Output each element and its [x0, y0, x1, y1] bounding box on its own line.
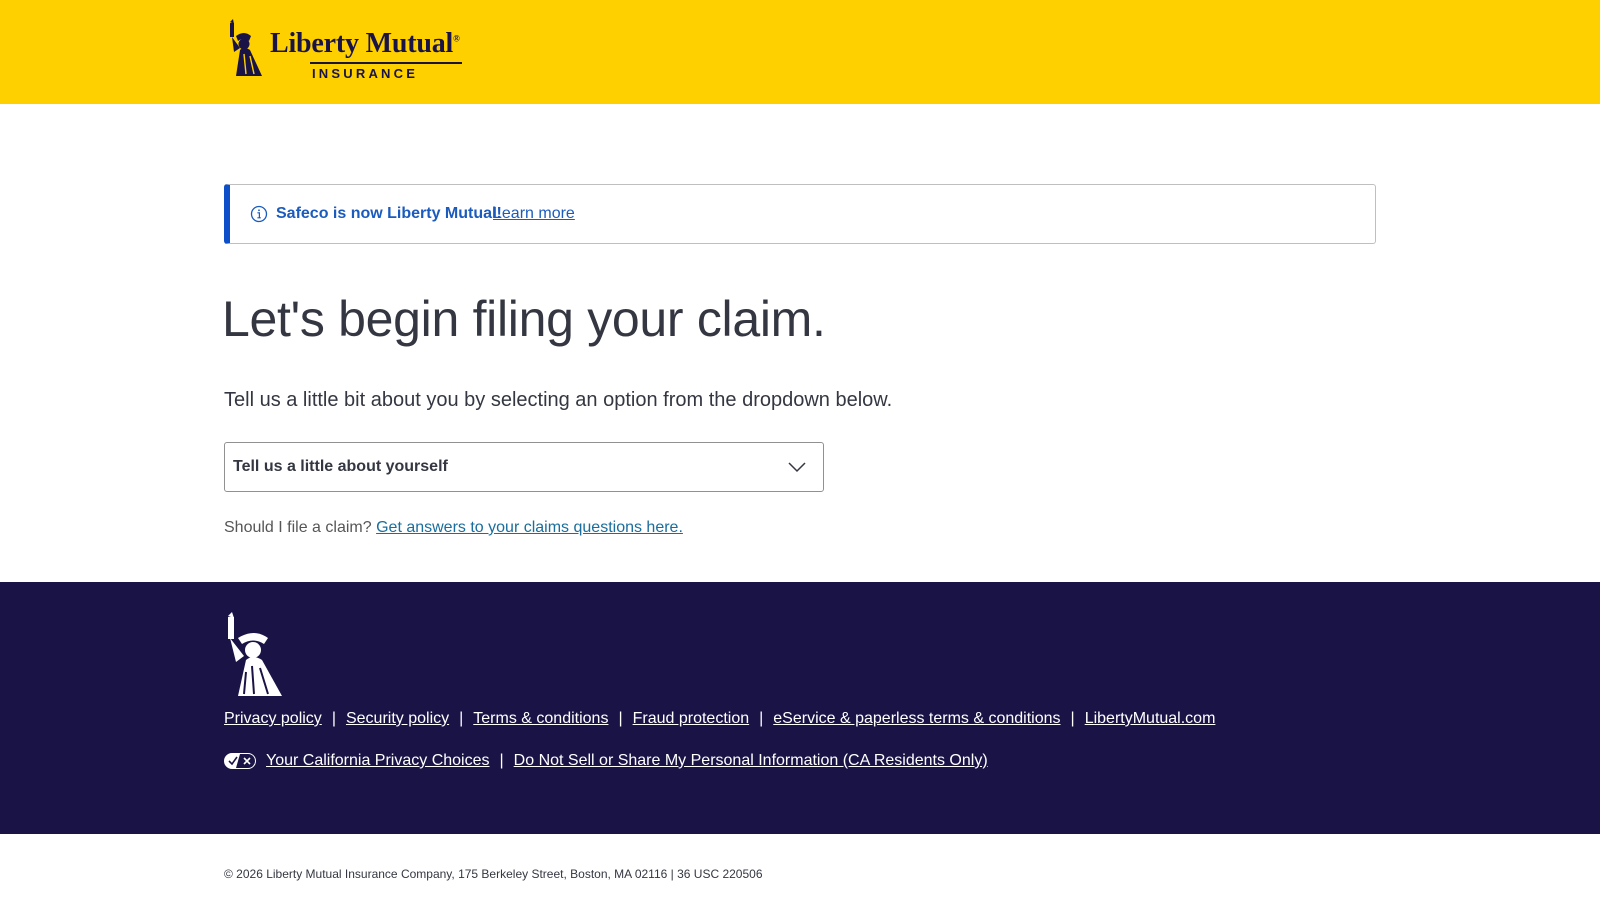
liberty-mutual-logo[interactable]: Liberty Mutual® INSURANCE [224, 18, 466, 82]
site-header: Liberty Mutual® INSURANCE [0, 0, 1600, 104]
privacy-choices-row: Your California Privacy Choices | Do Not S… [224, 752, 988, 770]
link-separator: | [618, 710, 623, 727]
info-circle-icon [250, 205, 268, 223]
statue-of-liberty-icon [230, 19, 262, 76]
link-separator: | [1070, 710, 1075, 727]
dropdown-selected-value: Tell us a little about yourself [233, 458, 448, 475]
logo-wordmark: Liberty Mutual® [270, 28, 460, 59]
about-yourself-dropdown[interactable]: Tell us a little about yourself [224, 442, 824, 492]
libertymutual-com-link[interactable]: LibertyMutual.com [1085, 710, 1216, 727]
link-separator: | [759, 710, 764, 727]
privacy-choices-toggle-icon [224, 753, 256, 769]
security-policy-link[interactable]: Security policy [346, 710, 449, 727]
california-privacy-choices-link[interactable]: Your California Privacy Choices [266, 752, 490, 770]
link-separator: | [331, 710, 336, 727]
footer-links: Privacy policy | Security policy | Terms & c… [224, 710, 1215, 728]
learn-more-link[interactable]: Learn more [493, 205, 575, 223]
terms-conditions-link[interactable]: Terms & conditions [473, 710, 608, 727]
alert-message: Safeco is now Liberty Mutual! [276, 205, 502, 222]
file-claim-helper: Should I file a claim? Get answers to yo… [224, 519, 683, 537]
page-title: Let's begin filing your claim. [222, 291, 826, 347]
statue-of-liberty-icon [228, 612, 282, 696]
do-not-sell-link[interactable]: Do Not Sell or Share My Personal Informa… [514, 752, 988, 770]
link-separator: | [499, 752, 504, 769]
logo-rule [310, 62, 462, 64]
logo-subtitle: INSURANCE [312, 66, 419, 81]
fraud-protection-link[interactable]: Fraud protection [633, 710, 750, 727]
site-footer: Privacy policy | Security policy | Terms & c… [0, 582, 1600, 834]
privacy-policy-link[interactable]: Privacy policy [224, 710, 322, 727]
link-separator: | [459, 710, 464, 727]
helper-text: Should I file a claim? [224, 519, 372, 536]
chevron-down-icon [788, 462, 806, 473]
eservice-terms-link[interactable]: eService & paperless terms & conditions [773, 710, 1060, 727]
intro-text: Tell us a little bit about you by select… [224, 389, 893, 411]
copyright-text: © 2026 Liberty Mutual Insurance Company,… [224, 867, 763, 881]
claims-questions-link[interactable]: Get answers to your claims questions her… [376, 519, 683, 536]
info-alert-banner: Safeco is now Liberty Mutual! Learn more [224, 184, 1376, 244]
